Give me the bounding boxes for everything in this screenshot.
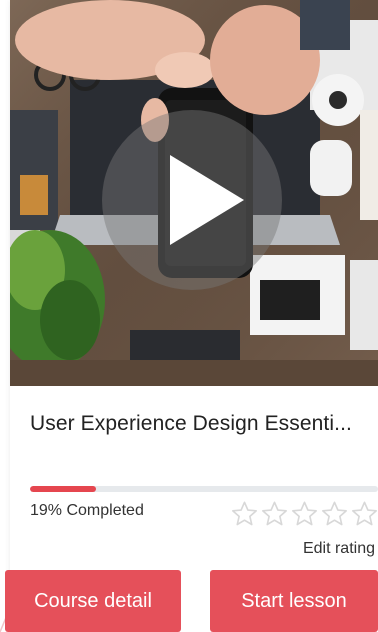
start-lesson-button[interactable]: Start lesson (210, 570, 378, 632)
progress-bar (30, 486, 378, 492)
course-card: User Experience Design Essenti... 19% Co… (10, 0, 378, 632)
course-detail-button[interactable]: Course detail (5, 570, 181, 632)
edit-rating-link[interactable]: Edit rating (303, 540, 375, 558)
course-title[interactable]: User Experience Design Essenti... (30, 412, 375, 436)
play-icon (170, 155, 244, 245)
star-outline-icon[interactable] (290, 500, 319, 528)
star-outline-icon[interactable] (230, 500, 259, 528)
star-outline-icon[interactable] (320, 500, 349, 528)
play-button[interactable] (102, 110, 282, 290)
star-rating[interactable] (230, 500, 378, 528)
course-thumbnail[interactable] (10, 0, 378, 386)
star-outline-icon[interactable] (350, 500, 378, 528)
star-outline-icon[interactable] (260, 500, 289, 528)
progress-label: 19% Completed (30, 502, 144, 519)
page: User Experience Design Essenti... 19% Co… (0, 0, 378, 632)
progress-bar-fill (30, 486, 97, 492)
